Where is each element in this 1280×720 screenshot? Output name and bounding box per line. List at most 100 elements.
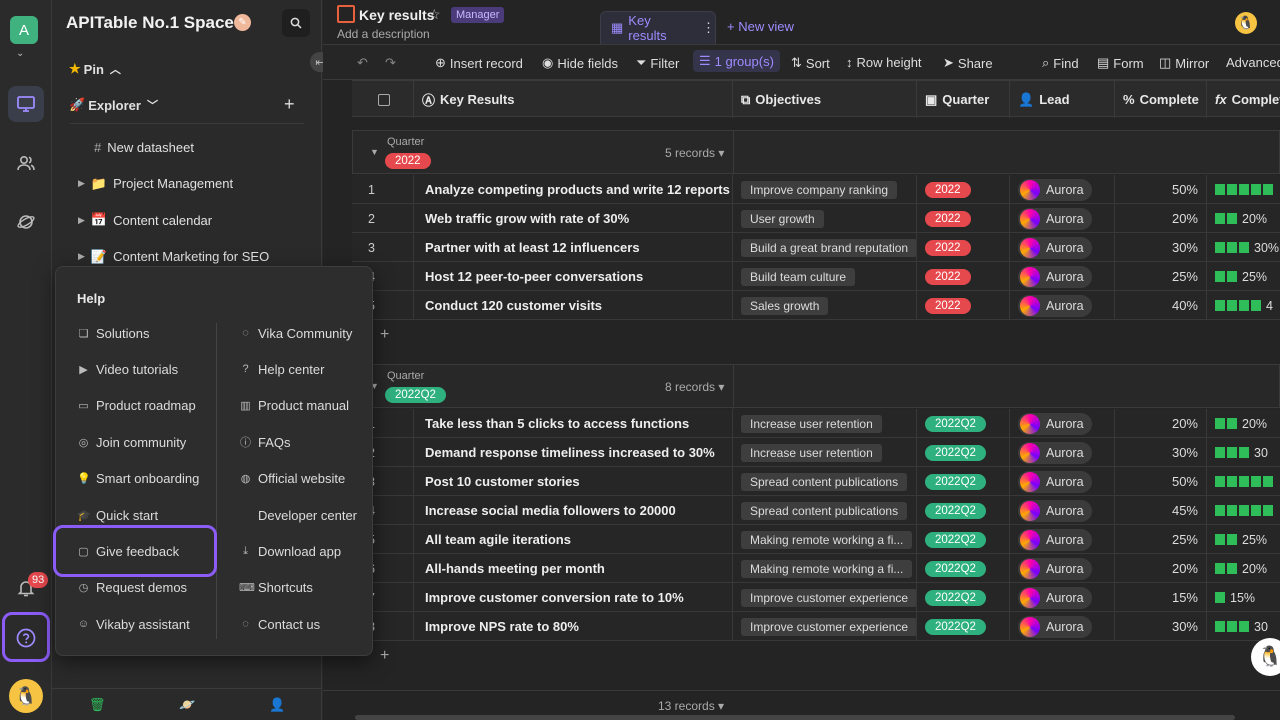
add-record-button[interactable]: + xyxy=(352,320,1280,349)
filter-button[interactable]: ⏷ Filter xyxy=(636,55,679,71)
lead-cell[interactable]: Aurora xyxy=(1010,262,1115,291)
help-item-download-app[interactable]: ⤓ Download app xyxy=(239,538,341,564)
key-result-cell[interactable]: Analyze competing products and write 12 … xyxy=(414,175,733,204)
quarter-cell[interactable]: 2022Q2 xyxy=(917,583,1010,612)
sidebar-item[interactable]: ▶ 📅 Content calendar xyxy=(52,205,322,235)
description[interactable]: Add a description xyxy=(337,27,430,41)
complete-cell[interactable]: 50% xyxy=(1115,467,1207,496)
objective-cell[interactable]: Improve customer experience xyxy=(733,583,917,612)
objective-cell[interactable]: User growth xyxy=(733,204,917,233)
objective-cell[interactable]: Spread content publications xyxy=(733,467,917,496)
progress-cell[interactable]: 20% xyxy=(1207,409,1280,438)
help-item-vika-community[interactable]: ◌ Vika Community xyxy=(239,320,352,346)
lead-cell[interactable]: Aurora xyxy=(1010,496,1115,525)
help-item-solutions[interactable]: ❏ Solutions xyxy=(77,320,150,346)
trash-icon[interactable]: 🗑 xyxy=(89,697,106,713)
caret-right-icon[interactable]: ▶ xyxy=(78,215,85,226)
members-icon[interactable] xyxy=(8,145,44,181)
group-count[interactable]: 5 records ▾ xyxy=(665,146,724,160)
complete-cell[interactable]: 20% xyxy=(1115,554,1207,583)
objective-cell[interactable]: Making remote working a fi... xyxy=(733,554,917,583)
row-height-button[interactable]: ↕ Row height xyxy=(846,55,922,70)
complete-cell[interactable]: 30% xyxy=(1115,612,1207,641)
pin-section[interactable]: ★ Pin ︿ xyxy=(52,54,322,84)
help-item-official-website[interactable]: ◍ Official website xyxy=(239,466,346,492)
objective-cell[interactable]: Making remote working a fi... xyxy=(733,525,917,554)
lead-cell[interactable]: Aurora xyxy=(1010,233,1115,262)
lead-cell[interactable]: Aurora xyxy=(1010,467,1115,496)
sidebar-item[interactable]: ▶ 📁 Project Management xyxy=(52,169,322,199)
table-row[interactable]: 3 Partner with at least 12 influencers Bui… xyxy=(352,233,1280,262)
column-complete-formula[interactable]: fx Complete xyxy=(1207,81,1280,118)
objective-cell[interactable]: Improve company ranking xyxy=(733,175,917,204)
chevron-down-icon[interactable]: ⌄ xyxy=(16,48,24,59)
sort-button[interactable]: ⇅ Sort xyxy=(791,55,830,71)
column-complete[interactable]: % Complete xyxy=(1115,81,1207,118)
tab-key-results[interactable]: ▦ Key results ⋮ xyxy=(600,11,716,44)
quarter-cell[interactable]: 2022Q2 xyxy=(917,467,1010,496)
templates-icon[interactable] xyxy=(8,203,44,239)
group-button[interactable]: ☰ 1 group(s) xyxy=(693,50,780,72)
help-item-smart-onboarding[interactable]: 💡 Smart onboarding xyxy=(77,466,199,492)
objective-cell[interactable]: Spread content publications xyxy=(733,496,917,525)
progress-cell[interactable]: 25% xyxy=(1207,525,1280,554)
caret-down-icon[interactable]: ▼ xyxy=(370,147,379,157)
progress-cell[interactable] xyxy=(1207,496,1280,525)
advanced-button[interactable]: Advanced xyxy=(1226,55,1280,70)
column-lead[interactable]: 👤 Lead xyxy=(1010,81,1115,118)
new-view-button[interactable]: + New view xyxy=(727,19,794,34)
objective-cell[interactable]: Build a great brand reputation xyxy=(733,233,917,262)
invite-member-icon[interactable]: 👤 xyxy=(269,697,285,713)
help-item-developer-center[interactable]: Developer center xyxy=(239,502,357,528)
lead-cell[interactable]: Aurora xyxy=(1010,525,1115,554)
search-icon[interactable] xyxy=(282,9,310,37)
help-item-faqs[interactable]: ⓘ FAQs xyxy=(239,429,291,455)
key-result-cell[interactable]: Post 10 customer stories xyxy=(414,467,733,496)
help-item-product-manual[interactable]: ▥ Product manual xyxy=(239,393,349,419)
help-item-contact-us[interactable]: ◌ Contact us xyxy=(239,611,320,637)
workspace-avatar[interactable]: A xyxy=(10,16,38,44)
table-row[interactable]: 1Take less than 5 clicks to access funct… xyxy=(352,409,1280,438)
planet-icon[interactable]: 🪐 xyxy=(179,697,195,713)
table-row[interactable]: 4Host 12 peer-to-peer conversationsBuild… xyxy=(352,262,1280,291)
insert-record-button[interactable]: ⊕ Insert record xyxy=(435,55,523,71)
progress-cell[interactable]: 15% xyxy=(1207,583,1280,612)
progress-cell[interactable]: 30% xyxy=(1207,233,1280,262)
progress-cell[interactable]: 20% xyxy=(1207,204,1280,233)
column-objectives[interactable]: ⧉ Objectives xyxy=(733,81,917,118)
user-avatar[interactable]: 🐧 xyxy=(9,679,43,713)
complete-cell[interactable]: 15% xyxy=(1115,583,1207,612)
help-item-help-center[interactable]: ? Help center xyxy=(239,356,324,382)
key-result-cell[interactable]: All team agile iterations xyxy=(414,525,733,554)
table-row[interactable]: 4Increase social media followers to 2000… xyxy=(352,496,1280,525)
add-node-icon[interactable]: + xyxy=(284,94,295,115)
lead-cell[interactable]: Aurora xyxy=(1010,438,1115,467)
column-quarter[interactable]: ▣ Quarter xyxy=(917,81,1010,118)
select-all-checkbox[interactable] xyxy=(352,81,414,118)
group-header[interactable]: ▼ Quarter 2022Q2 8 records ▾ xyxy=(352,364,1280,409)
key-result-cell[interactable]: Improve NPS rate to 80% xyxy=(414,612,733,641)
key-result-cell[interactable]: Take less than 5 clicks to access functi… xyxy=(414,409,733,438)
undo-icon[interactable]: ↶ xyxy=(357,55,368,71)
lead-cell[interactable]: Aurora xyxy=(1010,409,1115,438)
find-button[interactable]: ⌕ Find xyxy=(1042,55,1079,71)
lead-cell[interactable]: Aurora xyxy=(1010,291,1115,320)
add-record-button[interactable]: + xyxy=(352,641,1280,670)
table-row[interactable]: 3Post 10 customer storiesSpread content … xyxy=(352,467,1280,496)
quarter-cell[interactable]: 2022 xyxy=(917,262,1010,291)
progress-cell[interactable]: 4 xyxy=(1207,291,1280,320)
key-result-cell[interactable]: Demand response timeliness increased to … xyxy=(414,438,733,467)
table-row[interactable]: 2 Web traffic grow with rate of 30% User g… xyxy=(352,204,1280,233)
progress-cell[interactable]: 30 xyxy=(1207,438,1280,467)
complete-cell[interactable]: 50% xyxy=(1115,175,1207,204)
datasheet-title[interactable]: Key results xyxy=(359,7,434,23)
lead-cell[interactable]: Aurora xyxy=(1010,554,1115,583)
collaborator-avatar[interactable]: 🐧 xyxy=(1235,12,1257,34)
group-header[interactable]: ▼ Quarter 2022 5 records ▾ xyxy=(352,130,1280,175)
table-row[interactable]: 8Improve NPS rate to 80%Improve customer… xyxy=(352,612,1280,641)
star-outline-icon[interactable]: ☆ xyxy=(428,6,441,23)
edit-icon[interactable]: ✎ xyxy=(234,14,251,31)
explorer-section[interactable]: 🚀 Explorer ﹀ xyxy=(52,90,322,120)
lead-cell[interactable]: Aurora xyxy=(1010,583,1115,612)
objective-cell[interactable]: Improve customer experience xyxy=(733,612,917,641)
